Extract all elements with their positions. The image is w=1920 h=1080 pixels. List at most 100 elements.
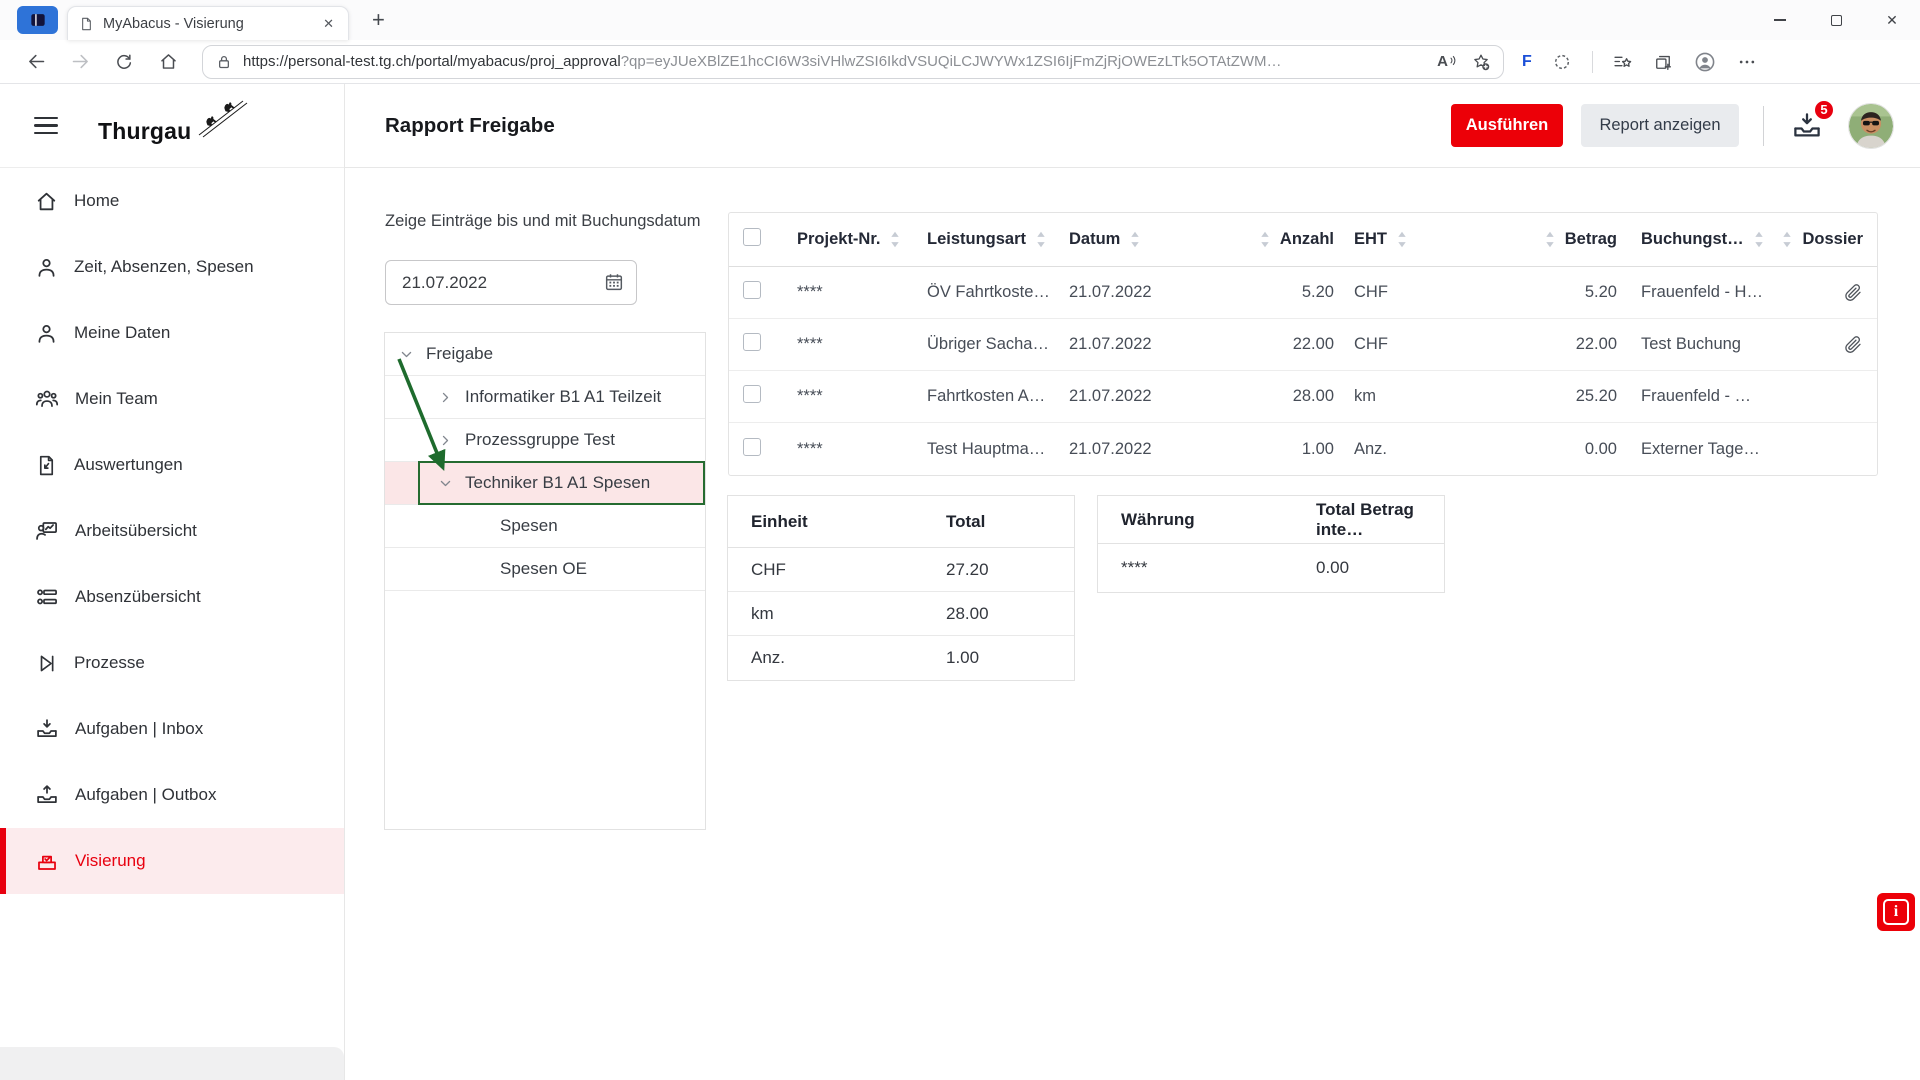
- main-area: Rapport Freigabe Ausführen Report anzeig…: [345, 84, 1920, 1080]
- sidebar-item-mein-team[interactable]: Mein Team: [0, 366, 344, 432]
- forward-button[interactable]: [58, 45, 102, 79]
- sort-icon[interactable]: [1397, 231, 1407, 248]
- cell-datum: 21.07.2022: [1069, 283, 1152, 301]
- sidebar-item-home[interactable]: Home: [0, 168, 344, 234]
- tab-actions-button[interactable]: [17, 6, 58, 34]
- sort-icon[interactable]: [890, 231, 900, 248]
- attachment-paperclip-icon[interactable]: [1843, 335, 1863, 355]
- column-header-dossier[interactable]: Dossier: [1769, 230, 1863, 249]
- tree-node-prozessgruppe[interactable]: Prozessgruppe Test: [385, 419, 705, 462]
- column-header-leistungsart[interactable]: Leistungsart: [927, 230, 1069, 249]
- notifications-inbox-button[interactable]: 5: [1788, 98, 1835, 145]
- sort-icon[interactable]: [1545, 231, 1555, 248]
- calendar-icon[interactable]: [603, 271, 625, 298]
- cell-eht: CHF: [1354, 283, 1388, 301]
- column-header-anzahl[interactable]: Anzahl: [1204, 230, 1334, 249]
- extension-f-icon[interactable]: F: [1522, 53, 1532, 71]
- cell-leistungsart: Fahrtkosten A…: [927, 387, 1046, 405]
- show-report-button[interactable]: Report anzeigen: [1581, 104, 1739, 147]
- row-checkbox[interactable]: [743, 333, 761, 351]
- row-checkbox[interactable]: [743, 437, 761, 456]
- lock-icon[interactable]: [215, 53, 233, 71]
- tree-node-spesen-oe[interactable]: Spesen OE: [385, 548, 705, 591]
- url-text[interactable]: https://personal-test.tg.ch/portal/myaba…: [243, 53, 1423, 70]
- notification-badge: 5: [1813, 98, 1835, 121]
- column-header-projekt[interactable]: Projekt-Nr.: [797, 230, 927, 249]
- sidebar-item-aufgaben-outbox[interactable]: Aufgaben | Outbox: [0, 762, 344, 828]
- tree-node-freigabe[interactable]: Freigabe: [385, 333, 705, 376]
- settings-menu-button[interactable]: [1737, 52, 1757, 72]
- cell-total: 0.00: [1316, 558, 1350, 577]
- cell-datum: 21.07.2022: [1069, 439, 1152, 458]
- tab-title: MyAbacus - Visierung: [103, 15, 244, 32]
- tracking-prevention-icon[interactable]: [1552, 52, 1572, 72]
- column-header-betrag[interactable]: Betrag: [1429, 230, 1617, 249]
- column-header-eht[interactable]: EHT: [1334, 230, 1429, 249]
- sidebar-item-auswertungen[interactable]: Auswertungen: [0, 432, 344, 498]
- sidebar-item-label: Aufgaben | Outbox: [75, 785, 217, 804]
- browser-tab-active[interactable]: MyAbacus - Visierung ✕: [67, 6, 349, 40]
- sidebar-item-label: Visierung: [75, 851, 146, 870]
- browser-home-button[interactable]: [146, 45, 190, 79]
- booking-date-input[interactable]: [385, 260, 637, 305]
- collections-button[interactable]: [1653, 52, 1673, 72]
- browser-profile-button[interactable]: [1693, 50, 1717, 74]
- cell-betrag: 25.20: [1575, 387, 1617, 405]
- sort-icon[interactable]: [1754, 231, 1764, 248]
- execute-button[interactable]: Ausführen: [1451, 104, 1563, 147]
- chevron-down-icon[interactable]: [399, 347, 414, 362]
- tree-node-techniker-selected[interactable]: Techniker B1 A1 Spesen: [385, 461, 705, 505]
- header-einheit: Einheit: [751, 511, 808, 531]
- sort-icon[interactable]: [1036, 231, 1046, 248]
- table-header-row: Projekt-Nr. Leistungsart Datum Anzahl EH…: [729, 213, 1877, 267]
- column-header-datum[interactable]: Datum: [1069, 230, 1204, 249]
- sort-icon[interactable]: [1130, 231, 1140, 248]
- address-bar[interactable]: https://personal-test.tg.ch/portal/myaba…: [202, 44, 1504, 79]
- row-checkbox[interactable]: [743, 281, 761, 299]
- reload-button[interactable]: [102, 45, 146, 79]
- brand-name: Thurgau: [98, 117, 192, 144]
- close-tab-icon[interactable]: ✕: [319, 14, 338, 34]
- select-all-checkbox[interactable]: [743, 228, 761, 246]
- sidebar-item-aufgaben-inbox[interactable]: Aufgaben | Inbox: [0, 696, 344, 762]
- totals-row: km 28.00: [728, 592, 1074, 636]
- sidebar-item-visierung[interactable]: Visierung: [0, 828, 344, 894]
- sidebar-item-label: Zeit, Absenzen, Spesen: [74, 257, 254, 276]
- user-avatar[interactable]: [1848, 102, 1894, 149]
- sort-icon[interactable]: [1782, 231, 1792, 248]
- close-window-button[interactable]: ✕: [1864, 0, 1920, 40]
- table-row[interactable]: **** Test Hauptma… 21.07.2022 1.00 Anz. …: [729, 423, 1877, 475]
- favorites-button[interactable]: [1613, 52, 1633, 72]
- sidebar-item-zeit-absenzen-spesen[interactable]: Zeit, Absenzen, Spesen: [0, 234, 344, 300]
- sidebar-item-absenzuebersicht[interactable]: Absenzübersicht: [0, 564, 344, 630]
- minimize-button[interactable]: [1752, 0, 1808, 40]
- cell-anzahl: 1.00: [1301, 439, 1334, 458]
- read-aloud-button[interactable]: A: [1437, 53, 1457, 70]
- cell-unit: Anz.: [751, 648, 786, 667]
- sort-icon[interactable]: [1260, 231, 1270, 248]
- chevron-down-icon[interactable]: [438, 476, 453, 491]
- sidebar-item-prozesse[interactable]: Prozesse: [0, 630, 344, 696]
- sidebar-item-label: Meine Daten: [74, 323, 171, 342]
- menu-toggle-button[interactable]: [34, 116, 58, 135]
- table-row[interactable]: **** Übriger Sacha… 21.07.2022 22.00 CHF…: [729, 319, 1877, 371]
- maximize-button[interactable]: [1808, 0, 1864, 40]
- table-row[interactable]: **** ÖV Fahrtkoste… 21.07.2022 5.20 CHF …: [729, 267, 1877, 319]
- info-feedback-button[interactable]: i: [1877, 893, 1915, 931]
- sidebar-item-meine-daten[interactable]: Meine Daten: [0, 300, 344, 366]
- chevron-right-icon[interactable]: [438, 433, 453, 448]
- column-header-buchungstext[interactable]: Buchungst…: [1617, 230, 1769, 249]
- tree-node-informatiker[interactable]: Informatiker B1 A1 Teilzeit: [385, 376, 705, 419]
- new-tab-button[interactable]: +: [372, 8, 385, 32]
- back-button[interactable]: [14, 45, 58, 79]
- sidebar-item-arbeitsuebersicht[interactable]: Arbeitsübersicht: [0, 498, 344, 564]
- cell-betrag: 5.20: [1584, 283, 1617, 301]
- chevron-right-icon[interactable]: [438, 390, 453, 405]
- totals-row: CHF 27.20: [728, 548, 1074, 592]
- tree-node-spesen[interactable]: Spesen: [385, 505, 705, 548]
- sidebar-item-label: Mein Team: [75, 389, 158, 408]
- attachment-paperclip-icon[interactable]: [1843, 283, 1863, 303]
- add-favorite-button[interactable]: [1471, 52, 1491, 72]
- row-checkbox[interactable]: [743, 385, 761, 403]
- table-row[interactable]: **** Fahrtkosten A… 21.07.2022 28.00 km …: [729, 371, 1877, 423]
